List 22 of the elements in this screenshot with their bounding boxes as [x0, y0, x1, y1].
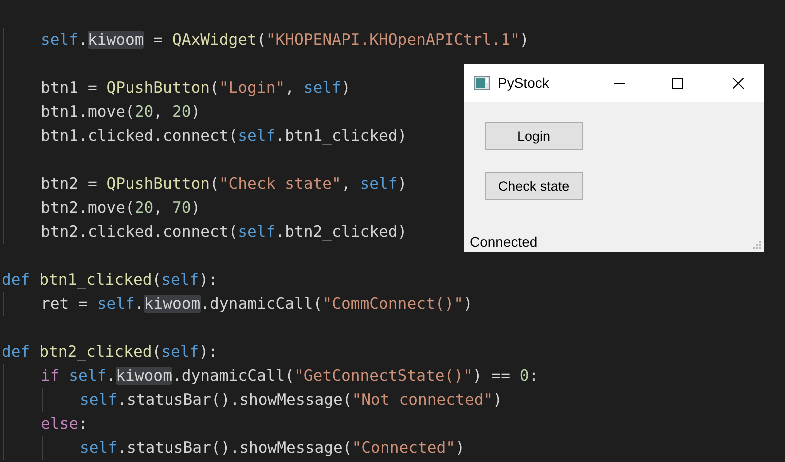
code-line: def btn2_clicked(self):: [2, 343, 218, 361]
code-line: if self.kiwoom.dynamicCall("GetConnectState()") == 0:: [41, 367, 539, 385]
code-line: self.kiwoom = QAxWidget("KHOPENAPI.KHOpenAPICtrl.1"): [41, 31, 530, 49]
window-icon: [474, 76, 490, 90]
status-message: Connected: [470, 234, 538, 250]
code-line: self.statusBar().showMessage("Connected"): [80, 439, 465, 457]
code-line: btn2.move(20, 70): [41, 199, 201, 217]
code-line: btn1.clicked.connect(self.btn1_clicked): [41, 127, 408, 145]
code-line: ret = self.kiwoom.dynamicCall("CommConnect()"): [41, 295, 473, 313]
code-line: btn1.move(20, 20): [41, 103, 201, 121]
close-icon[interactable]: [733, 78, 744, 88]
push-button[interactable]: Check state: [485, 172, 583, 200]
code-line: else:: [41, 415, 88, 433]
maximize-icon[interactable]: [672, 78, 683, 88]
size-grip-icon[interactable]: [753, 241, 762, 250]
push-button[interactable]: Login: [485, 122, 583, 150]
window-title: PyStock: [498, 75, 550, 91]
code-line: btn2.clicked.connect(self.btn2_clicked): [41, 223, 408, 241]
code-line: btn1 = QPushButton("Login", self): [41, 79, 351, 97]
code-line: def btn1_clicked(self):: [2, 271, 218, 289]
code-line: self.statusBar().showMessage("Not connected"): [80, 391, 502, 409]
code-line: btn2 = QPushButton("Check state", self): [41, 175, 408, 193]
